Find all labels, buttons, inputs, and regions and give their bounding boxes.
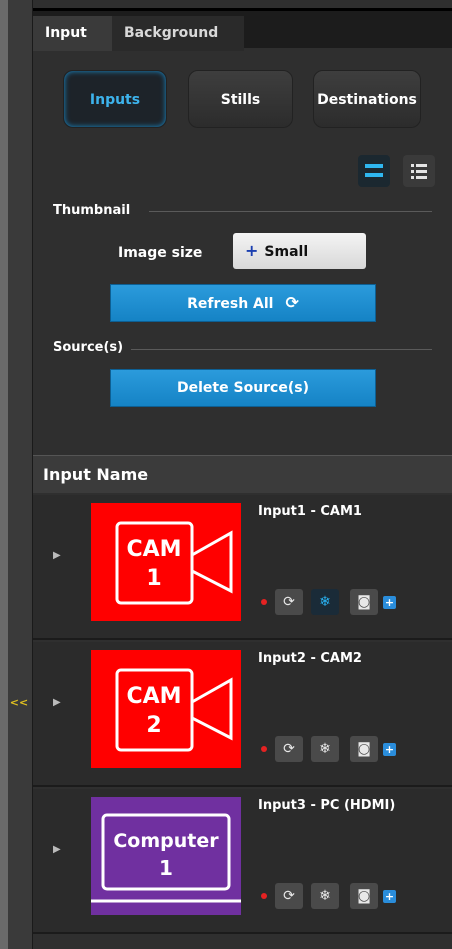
refresh-icon[interactable]: ⟳	[275, 736, 303, 762]
refresh-all-button[interactable]: Refresh All ⟳	[110, 284, 376, 322]
record-dot-icon	[261, 893, 267, 899]
section-divider	[131, 349, 432, 350]
snapshot-camera-icon[interactable]: ◙	[350, 883, 378, 909]
input-title: Input2 - CAM2	[258, 651, 362, 666]
thumb-line1: CAM	[126, 537, 181, 562]
camera-thumbnail[interactable]: CAM 2	[91, 650, 241, 768]
expand-arrow-icon[interactable]: ▶	[53, 844, 61, 855]
left-rail	[0, 0, 8, 949]
refresh-icon[interactable]: ⟳	[275, 883, 303, 909]
thumbnail-section-label: Thumbnail	[53, 203, 131, 218]
computer-thumbnail[interactable]: Computer 1	[91, 797, 241, 915]
inputs-mode-button[interactable]: Inputs	[63, 70, 167, 128]
add-icon[interactable]: +	[383, 743, 396, 756]
plus-icon: +	[245, 241, 259, 260]
input-row[interactable]: ▶ Computer 1 Input3 - PC (HDMI) ⟳ ❄ ◙ +	[33, 789, 452, 934]
expand-arrow-icon[interactable]: ▶	[53, 550, 61, 561]
thumb-line2: 2	[146, 713, 161, 738]
delete-sources-button[interactable]: Delete Source(s)	[110, 369, 376, 407]
input-row[interactable]: ▶ CAM 1 Input1 - CAM1 ⟳ ❄ ◙ +	[33, 495, 452, 640]
expand-arrow-icon[interactable]: ▶	[53, 697, 61, 708]
thumb-line2: 1	[159, 856, 173, 880]
freeze-icon[interactable]: ❄	[311, 736, 339, 762]
stills-mode-button[interactable]: Stills	[188, 70, 293, 128]
refresh-icon[interactable]: ⟳	[275, 589, 303, 615]
list-view-icon[interactable]	[403, 155, 435, 187]
thumb-line1: Computer	[113, 830, 219, 852]
input-name-header: Input Name	[33, 455, 452, 493]
add-icon[interactable]: +	[383, 596, 396, 609]
record-dot-icon	[261, 599, 267, 605]
camera-thumbnail[interactable]: CAM 1	[91, 503, 241, 621]
input-panel: Input Background Inputs Stills Destinati…	[33, 0, 452, 949]
thumb-line1: CAM	[126, 684, 181, 709]
freeze-icon[interactable]: ❄	[311, 883, 339, 909]
image-size-select[interactable]: + Small	[233, 233, 366, 269]
image-size-label: Image size	[118, 245, 203, 261]
tab-background[interactable]: Background	[112, 16, 244, 51]
input-title: Input3 - PC (HDMI)	[258, 798, 396, 813]
tab-bar: Input Background	[33, 8, 452, 51]
add-icon[interactable]: +	[383, 890, 396, 903]
image-size-value: Small	[264, 244, 309, 260]
input-title: Input1 - CAM1	[258, 504, 362, 519]
snapshot-camera-icon[interactable]: ◙	[350, 589, 378, 615]
refresh-icon: ⟳	[285, 293, 299, 312]
collapse-strip	[8, 0, 33, 949]
grid-view-icon[interactable]	[358, 155, 390, 187]
thumb-line2: 1	[146, 566, 161, 591]
freeze-icon[interactable]: ❄	[311, 589, 339, 615]
record-dot-icon	[261, 746, 267, 752]
section-divider	[149, 211, 432, 212]
sources-section-label: Source(s)	[53, 340, 124, 355]
refresh-all-label: Refresh All	[187, 296, 274, 312]
tab-input[interactable]: Input	[33, 16, 112, 51]
snapshot-camera-icon[interactable]: ◙	[350, 736, 378, 762]
destinations-mode-button[interactable]: Destinations	[313, 70, 421, 128]
input-row[interactable]: ▶ CAM 2 Input2 - CAM2 ⟳ ❄ ◙ +	[33, 642, 452, 787]
collapse-panel-button[interactable]: <<	[8, 693, 30, 713]
